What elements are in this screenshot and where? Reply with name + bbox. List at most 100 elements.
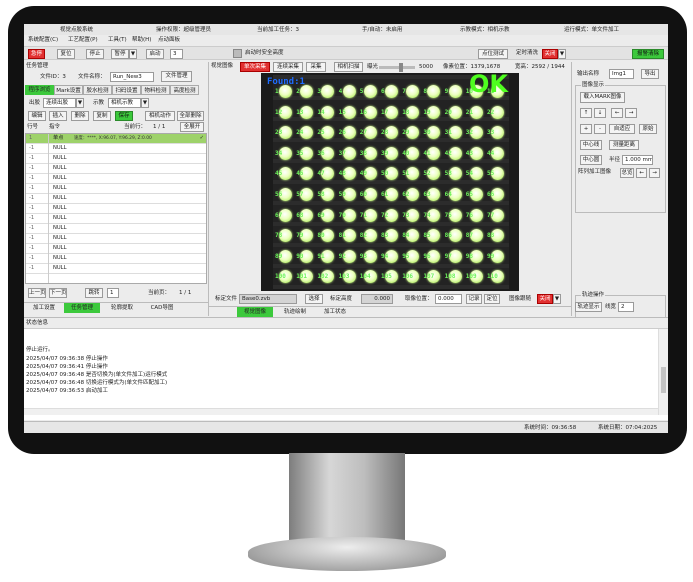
zoom-in-icon[interactable]: + [580,124,592,134]
array-right-icon[interactable]: → [649,168,660,178]
list-item[interactable]: -1 NULL [26,204,206,214]
reset-button[interactable]: 复位 [57,49,75,59]
left-arrow-icon[interactable]: ← [611,108,623,118]
tab-height-detect[interactable]: 高度检测 [170,85,199,95]
delete-all-button[interactable]: 全部删除 [177,111,204,121]
estop-button[interactable]: 急停 [28,49,45,59]
array-left-icon[interactable]: ← [636,168,647,178]
pick-position-input[interactable]: 0.000 [435,294,462,304]
list-item[interactable]: -1 NULL [26,214,206,224]
prev-page-button[interactable]: 上一页 [28,288,46,298]
single-capture-button[interactable]: 单次采集 [240,62,270,72]
original-size-button[interactable]: 原始 [639,124,657,134]
timed-clean-dropdown-icon[interactable]: ▼ [558,49,566,59]
right-arrow-icon[interactable]: → [625,108,637,118]
fit-button[interactable]: 自适应 [609,124,635,134]
image-follow-dropdown-icon[interactable]: ▼ [553,294,561,304]
tab-contour-extract[interactable]: 轮廓提取 [104,303,140,313]
list-item[interactable]: -1 NULL [26,174,206,184]
copy-button[interactable]: 复制 [93,111,111,121]
tab-glue-detect[interactable]: 胶水检测 [83,85,112,95]
alarm-clear-button[interactable]: 报警清除 [632,49,664,59]
image-follow-toggle[interactable]: 关闭 [537,294,553,304]
record-button[interactable]: 记录 [466,294,482,304]
zoom-out-icon[interactable]: - [594,124,606,134]
list-item[interactable]: -1 NULL [26,184,206,194]
menu-help[interactable]: 帮助(H) [132,36,151,44]
safe-height-checkbox[interactable] [233,49,242,58]
insert-button[interactable]: 插入 [49,111,67,121]
timed-clean-toggle[interactable]: 关闭 [542,49,558,59]
log-scrollbar[interactable] [658,329,668,415]
tab-track-draw[interactable]: 轨迹绘制 [277,307,313,317]
list-item[interactable]: -1 NULL [26,164,206,174]
export-button[interactable]: 导出 [641,69,659,79]
capture-button[interactable]: 采集 [306,62,326,72]
count-input[interactable]: 3 [170,49,183,59]
tab-material-detect[interactable]: 物料检测 [141,85,170,95]
camera-scan-button[interactable]: 相机扫描 [334,62,363,72]
file-name-input[interactable]: Run_New3 [110,72,154,82]
calib-height-input[interactable]: 0.000 [361,294,393,304]
load-mark-button[interactable]: 载入MARK图像 [580,92,625,103]
log-hscrollbar[interactable] [24,408,658,415]
list-item[interactable]: 1 单点 速度：****, X:96.07, Y:96.29, Z:0.00 ✓ [26,134,206,144]
list-item[interactable]: -1 NULL [26,264,206,274]
tab-vision-image[interactable]: 视觉图像 [237,307,273,317]
jump-input[interactable]: 1 [107,288,119,298]
start-button[interactable]: 启动 [146,49,164,59]
list-item[interactable]: -1 NULL [26,144,206,154]
tab-program-browse[interactable]: 程序浏览 [25,85,54,95]
tab-task-manage[interactable]: 任务管理 [64,303,100,313]
center-line-button[interactable]: 中心线 [580,140,602,150]
output-name-input[interactable]: Img1 [609,69,634,79]
measure-distance-button[interactable]: 测量距离 [609,140,639,150]
pause-dropdown-icon[interactable]: ▼ [129,49,137,59]
line-width-input[interactable]: 2 [618,302,634,312]
continuous-capture-button[interactable]: 连续采集 [273,62,303,72]
glue-out-dropdown-icon[interactable]: ▼ [76,98,84,108]
tab-scan-settings[interactable]: 扫码设置 [112,85,141,95]
menu-jog-panel[interactable]: 点动面板 [158,36,180,44]
camera-image[interactable]: 1 2 3 4 5 6 7 8 9 10 11 12 13 14 15 16 17 18 19 20 21 22 23 24 2… [261,73,519,291]
list-item[interactable]: -1 NULL [26,224,206,234]
save-button[interactable]: 保存 [115,111,133,121]
exposure-slider[interactable] [379,63,415,72]
calib-file-input[interactable]: Base0.zvb [239,294,297,304]
select-calib-button[interactable]: 选择 [305,294,323,304]
edit-button[interactable]: 编辑 [28,111,46,121]
locate-button[interactable]: 定位 [484,294,500,304]
expand-all-button[interactable]: 全展开 [180,122,204,132]
delete-button[interactable]: 删除 [71,111,89,121]
track-display-button[interactable]: 轨迹显示 [575,302,602,312]
list-item[interactable]: -1 NULL [26,244,206,254]
glue-out-select[interactable]: 连续出胶 [43,98,76,108]
down-arrow-icon[interactable]: ↓ [594,108,606,118]
stop-button[interactable]: 停止 [86,49,104,59]
camera-action-button[interactable]: 相机动作 [145,111,175,121]
file-manage-button[interactable]: 文件管理 [161,71,192,82]
menu-tools[interactable]: 工具(T) [108,36,127,44]
tab-mark-settings[interactable]: Mark设置 [54,85,83,95]
point-test-button[interactable]: 点位测试 [478,49,508,59]
list-item[interactable]: -1 NULL [26,194,206,204]
teach-dropdown-icon[interactable]: ▼ [141,98,149,108]
exposure-slider-handle[interactable] [399,63,403,72]
menu-process-config[interactable]: 工艺配置(P) [68,36,98,44]
overview-button[interactable]: 总览 [620,168,634,178]
next-page-button[interactable]: 下一页 [49,288,67,298]
tab-process-settings[interactable]: 加工设置 [26,303,62,313]
list-item[interactable]: -1 NULL [26,154,206,164]
up-arrow-icon[interactable]: ↑ [580,108,592,118]
list-item[interactable]: -1 NULL [26,234,206,244]
menu-system-config[interactable]: 系统配置(C) [28,36,58,44]
radius-input[interactable]: 1.000 mm [622,155,653,165]
center-circle-button[interactable]: 中心圆 [580,155,602,165]
teach-select[interactable]: 相机示教 [108,98,141,108]
tab-cad-import[interactable]: CAD导图 [144,303,180,313]
pause-button[interactable]: 暂停 [111,49,129,59]
list-item[interactable]: -1 NULL [26,254,206,264]
tab-process-status[interactable]: 加工状态 [317,307,353,317]
log-scrollbar-thumb[interactable] [661,367,666,393]
jump-button[interactable]: 跳转 [85,288,103,298]
